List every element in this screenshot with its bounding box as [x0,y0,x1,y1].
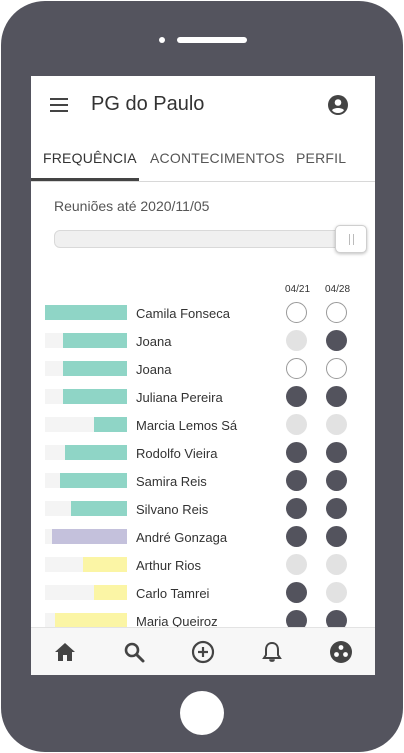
attendance-toggle[interactable] [286,526,307,547]
member-row[interactable]: Rodolfo Vieira [31,439,375,467]
member-row[interactable]: Joana [31,355,375,383]
attendance-toggle[interactable] [286,554,307,575]
attendance-bar-track [45,305,127,320]
attendance-bar-track [45,585,127,600]
member-name: Silvano Reis [136,502,209,517]
attendance-bar-track [45,473,127,488]
tab-perfil[interactable]: PERFIL [296,150,346,166]
earpiece-speaker [177,37,247,43]
attendance-bar [45,305,127,320]
tab-frequencia[interactable]: FREQUÊNCIA [43,150,137,166]
attendance-bar-track [45,557,127,572]
date-range-slider[interactable] [54,230,366,248]
attendance-bar-track [45,445,127,460]
member-name: Samira Reis [136,474,207,489]
member-list: Camila Fonseca Joana Joana Juliana Pereira M… [31,299,375,635]
account-icon[interactable] [328,95,348,115]
attendance-bar-track [45,501,127,516]
tab-bar: FREQUÊNCIA ACONTECIMENTOS PERFIL [31,132,375,182]
attendance-toggle[interactable] [326,582,347,603]
member-name: Juliana Pereira [136,390,223,405]
attendance-bar [71,501,127,516]
front-camera [159,37,165,43]
attendance-bar [63,361,127,376]
attendance-toggle[interactable] [326,414,347,435]
member-name: Joana [136,362,172,377]
member-row[interactable]: Samira Reis [31,467,375,495]
search-icon[interactable] [122,640,146,664]
attendance-bar-track [45,333,127,348]
attendance-bar [94,417,127,432]
attendance-toggle[interactable] [326,526,347,547]
member-row[interactable]: Arthur Rios [31,551,375,579]
attendance-bar [64,445,127,460]
attendance-toggle[interactable] [286,470,307,491]
attendance-toggle[interactable] [286,414,307,435]
member-row[interactable]: Silvano Reis [31,495,375,523]
tab-acontecimentos[interactable]: ACONTECIMENTOS [150,150,285,166]
member-name: Carlo Tamrei [136,586,210,601]
member-name: Marcia Lemos Sá [136,418,238,433]
attendance-bar-track [45,417,127,432]
attendance-toggle[interactable] [286,386,307,407]
date-range-label: Reuniões até 2020/11/05 [54,198,210,214]
attendance-toggle[interactable] [286,302,307,323]
phone-frame: PG do Paulo FREQUÊNCIA ACONTECIMENTOS PE… [1,1,403,752]
member-name: Rodolfo Vieira [136,446,218,461]
attendance-toggle[interactable] [286,358,307,379]
attendance-bar [82,557,127,572]
attendance-bar [59,473,127,488]
slider-handle[interactable] [335,225,367,253]
page-title: PG do Paulo [91,93,205,115]
attendance-bar [94,585,127,600]
attendance-toggle[interactable] [326,470,347,491]
member-row[interactable]: Carlo Tamrei [31,579,375,607]
member-row[interactable]: André Gonzaga [31,523,375,551]
attendance-bar [54,613,127,628]
attendance-bar-track [45,613,127,628]
app-screen: PG do Paulo FREQUÊNCIA ACONTECIMENTOS PE… [31,76,375,675]
home-button[interactable] [180,691,224,735]
add-circle-icon[interactable] [191,640,215,664]
attendance-toggle[interactable] [326,386,347,407]
member-row[interactable]: Marcia Lemos Sá [31,411,375,439]
attendance-toggle[interactable] [286,498,307,519]
attendance-bar-track [45,529,127,544]
active-tab-indicator [31,178,139,181]
member-row[interactable]: Joana [31,327,375,355]
group-icon[interactable] [329,640,353,664]
menu-icon[interactable] [50,98,68,112]
attendance-toggle[interactable] [286,442,307,463]
member-name: Arthur Rios [136,558,202,573]
member-row[interactable]: Camila Fonseca [31,299,375,327]
attendance-toggle[interactable] [326,498,347,519]
bottom-navigation [31,627,375,675]
bell-icon[interactable] [260,640,284,664]
attendance-toggle[interactable] [326,302,347,323]
attendance-toggle[interactable] [326,330,347,351]
attendance-toggle[interactable] [326,442,347,463]
attendance-bar [63,333,127,348]
date-column-header: 04/28 [325,284,351,295]
attendance-bar-track [45,389,127,404]
attendance-toggle[interactable] [326,358,347,379]
attendance-bar [52,529,127,544]
date-column-header: 04/21 [285,284,311,295]
attendance-toggle[interactable] [326,554,347,575]
member-name: Camila Fonseca [136,306,230,321]
app-bar: PG do Paulo [31,76,375,132]
attendance-toggle[interactable] [286,582,307,603]
attendance-bar-track [45,361,127,376]
home-icon[interactable] [53,640,77,664]
member-name: André Gonzaga [136,530,228,545]
member-name: Joana [136,334,172,349]
attendance-bar [63,389,127,404]
member-row[interactable]: Juliana Pereira [31,383,375,411]
attendance-toggle[interactable] [286,330,307,351]
